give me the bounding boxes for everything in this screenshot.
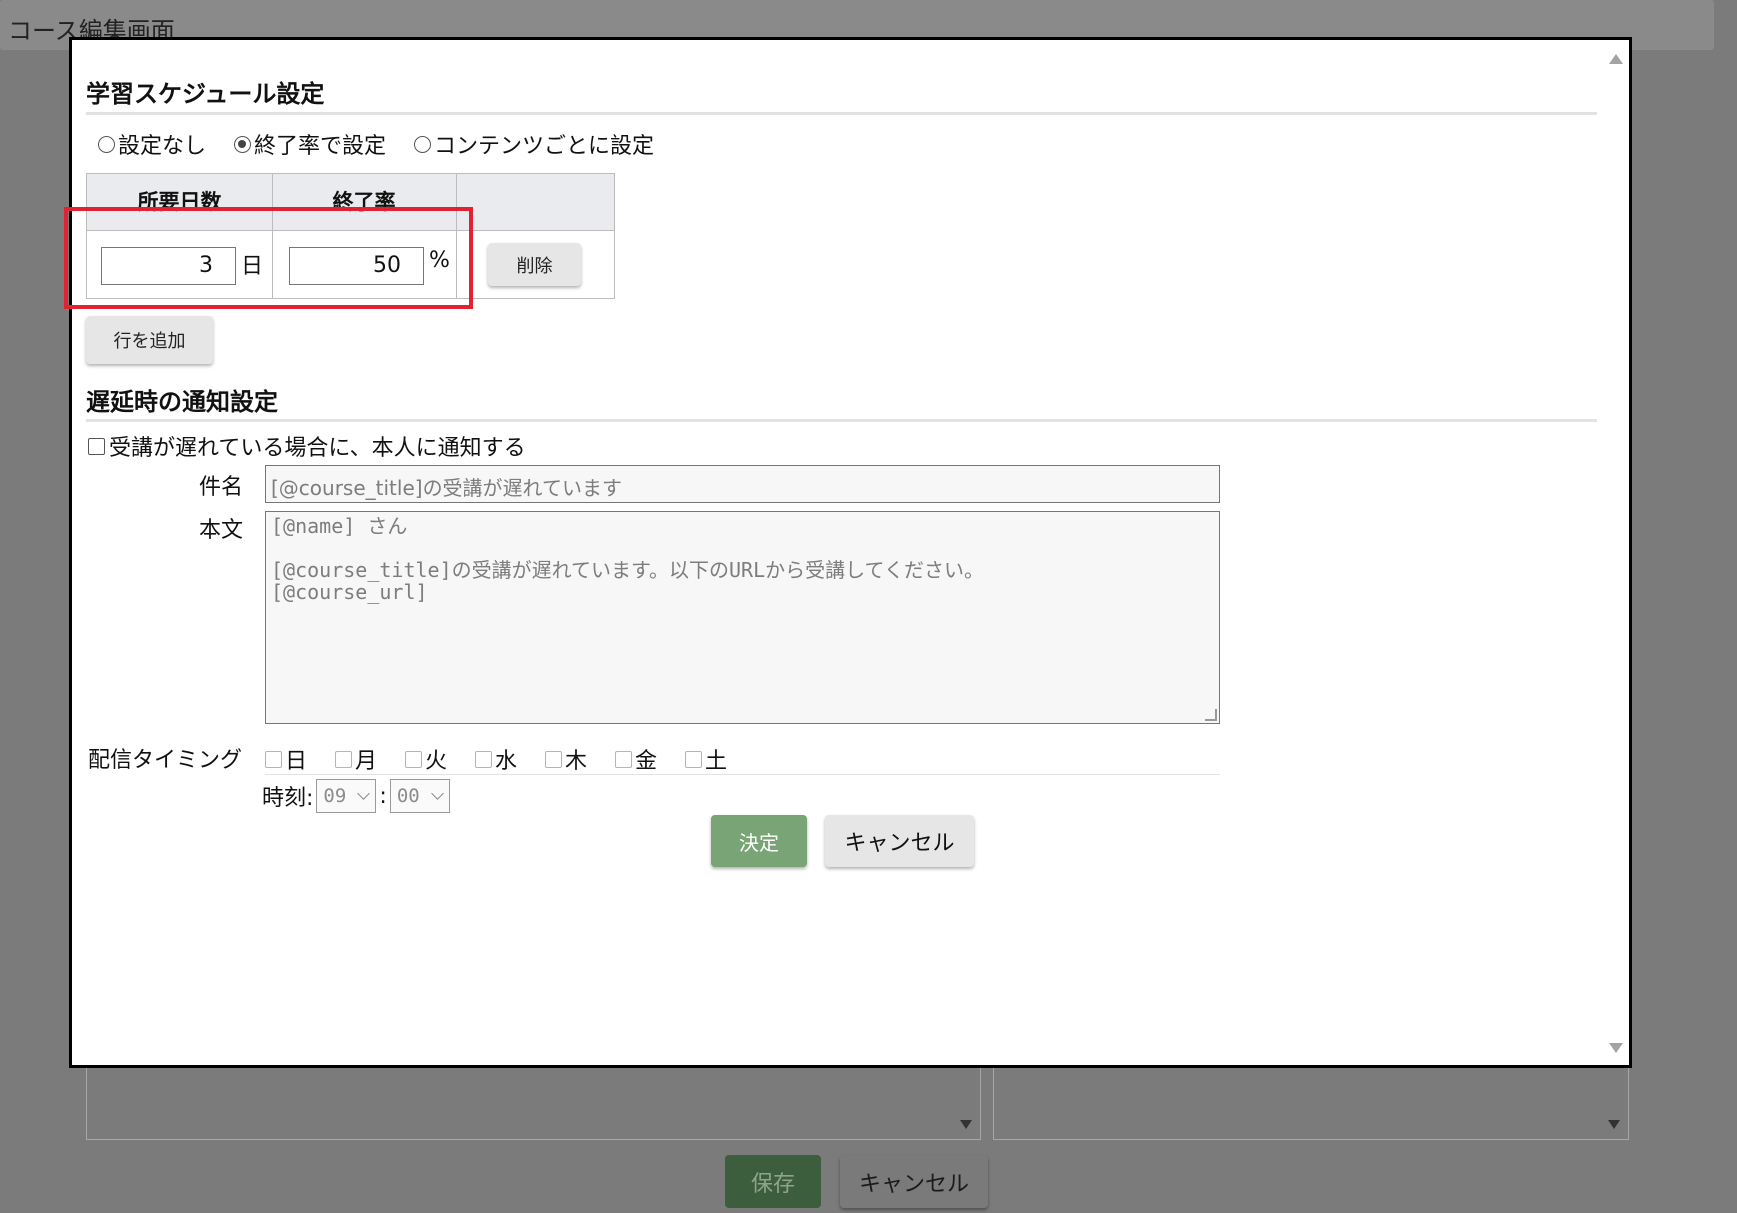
- radio-per-content[interactable]: コンテンツごとに設定: [414, 128, 654, 160]
- cancel-button[interactable]: キャンセル: [825, 815, 974, 867]
- background-cancel-button: キャンセル: [840, 1155, 988, 1208]
- dropdown-arrow-icon: [960, 1120, 972, 1129]
- scroll-down-arrow-icon[interactable]: [1609, 1043, 1623, 1053]
- course-schedule-modal: 学習スケジュール設定 設定なし 終了率で設定 コンテンツごとに設定 所要日数 終…: [64, 37, 1632, 1068]
- schedule-mode-radio-group: 設定なし 終了率で設定 コンテンツごとに設定: [98, 128, 654, 160]
- chevron-down-icon: [357, 787, 371, 800]
- weekday-tue[interactable]: 火: [405, 743, 455, 775]
- weekday-label: 木: [565, 749, 588, 774]
- hour-value: 09: [323, 785, 347, 807]
- radio-circle-checked-icon[interactable]: [234, 135, 252, 153]
- background-field-right: [993, 1062, 1629, 1140]
- radio-circle-icon[interactable]: [414, 135, 432, 153]
- body-textarea[interactable]: [@name] さん [@course_title]の受講が遅れています。以下の…: [265, 511, 1220, 724]
- radio-circle-icon[interactable]: [98, 135, 115, 153]
- time-label: 時刻:: [262, 786, 314, 811]
- hour-select[interactable]: 09: [316, 779, 377, 813]
- chevron-down-icon: [430, 787, 444, 800]
- add-row-button[interactable]: 行を追加: [86, 316, 213, 364]
- delivery-timing-label: 配信タイミング: [88, 748, 243, 773]
- weekday-divider: [265, 774, 1220, 775]
- weekday-checkbox[interactable]: [685, 750, 702, 768]
- background-save-button: 保存: [725, 1155, 821, 1208]
- weekday-checkbox-group: 日 月 火 水 木 金 土: [265, 743, 735, 775]
- radio-label-per-content: コンテンツごとに設定: [434, 134, 655, 159]
- resize-handle-icon[interactable]: [1205, 709, 1217, 721]
- notify-self-checkbox[interactable]: [88, 437, 105, 455]
- weekday-label: 月: [355, 749, 378, 774]
- subject-input[interactable]: [@course_title]の受講が遅れています: [265, 465, 1220, 503]
- weekday-thu[interactable]: 木: [545, 743, 595, 775]
- weekday-checkbox[interactable]: [405, 750, 422, 768]
- schedule-divider: [86, 112, 1597, 115]
- time-separator: :: [379, 783, 387, 809]
- notify-self-label: 受講が遅れている場合に、本人に通知する: [109, 436, 526, 461]
- scroll-up-arrow-icon[interactable]: [1609, 54, 1623, 64]
- radio-label-no-setting: 設定なし: [118, 134, 207, 159]
- subject-label: 件名: [199, 475, 244, 500]
- highlight-box: [64, 207, 473, 309]
- weekday-sun[interactable]: 日: [265, 743, 315, 775]
- weekday-sat[interactable]: 土: [685, 743, 735, 775]
- delay-notification-heading: 遅延時の通知設定: [86, 388, 278, 416]
- background-field-left: [86, 1062, 981, 1140]
- weekday-checkbox[interactable]: [545, 750, 562, 768]
- confirm-button[interactable]: 決定: [711, 815, 807, 867]
- time-select-row: 時刻: 09 : 00: [262, 779, 450, 813]
- weekday-label: 火: [425, 749, 448, 774]
- weekday-checkbox[interactable]: [615, 750, 632, 768]
- radio-label-by-completion-rate: 終了率で設定: [254, 134, 387, 159]
- weekday-checkbox[interactable]: [475, 750, 492, 768]
- body-text: [@name] さん [@course_title]の受講が遅れています。以下の…: [271, 514, 984, 604]
- weekday-fri[interactable]: 金: [615, 743, 665, 775]
- notify-self-checkbox-row[interactable]: 受講が遅れている場合に、本人に通知する: [88, 430, 526, 462]
- weekday-wed[interactable]: 水: [475, 743, 525, 775]
- delete-row-button[interactable]: 削除: [488, 243, 581, 286]
- radio-by-completion-rate[interactable]: 終了率で設定: [234, 128, 386, 160]
- minute-select[interactable]: 00: [389, 779, 450, 813]
- minute-value: 00: [396, 785, 420, 807]
- schedule-heading: 学習スケジュール設定: [86, 80, 325, 108]
- body-label: 本文: [199, 518, 244, 543]
- weekday-label: 日: [285, 749, 308, 774]
- weekday-label: 水: [495, 749, 518, 774]
- weekday-label: 土: [705, 749, 728, 774]
- dropdown-arrow-icon: [1608, 1120, 1620, 1129]
- weekday-mon[interactable]: 月: [335, 743, 385, 775]
- weekday-checkbox[interactable]: [265, 750, 282, 768]
- delay-divider: [86, 419, 1597, 422]
- radio-no-setting[interactable]: 設定なし: [98, 128, 206, 160]
- weekday-checkbox[interactable]: [335, 750, 352, 768]
- weekday-label: 金: [635, 749, 658, 774]
